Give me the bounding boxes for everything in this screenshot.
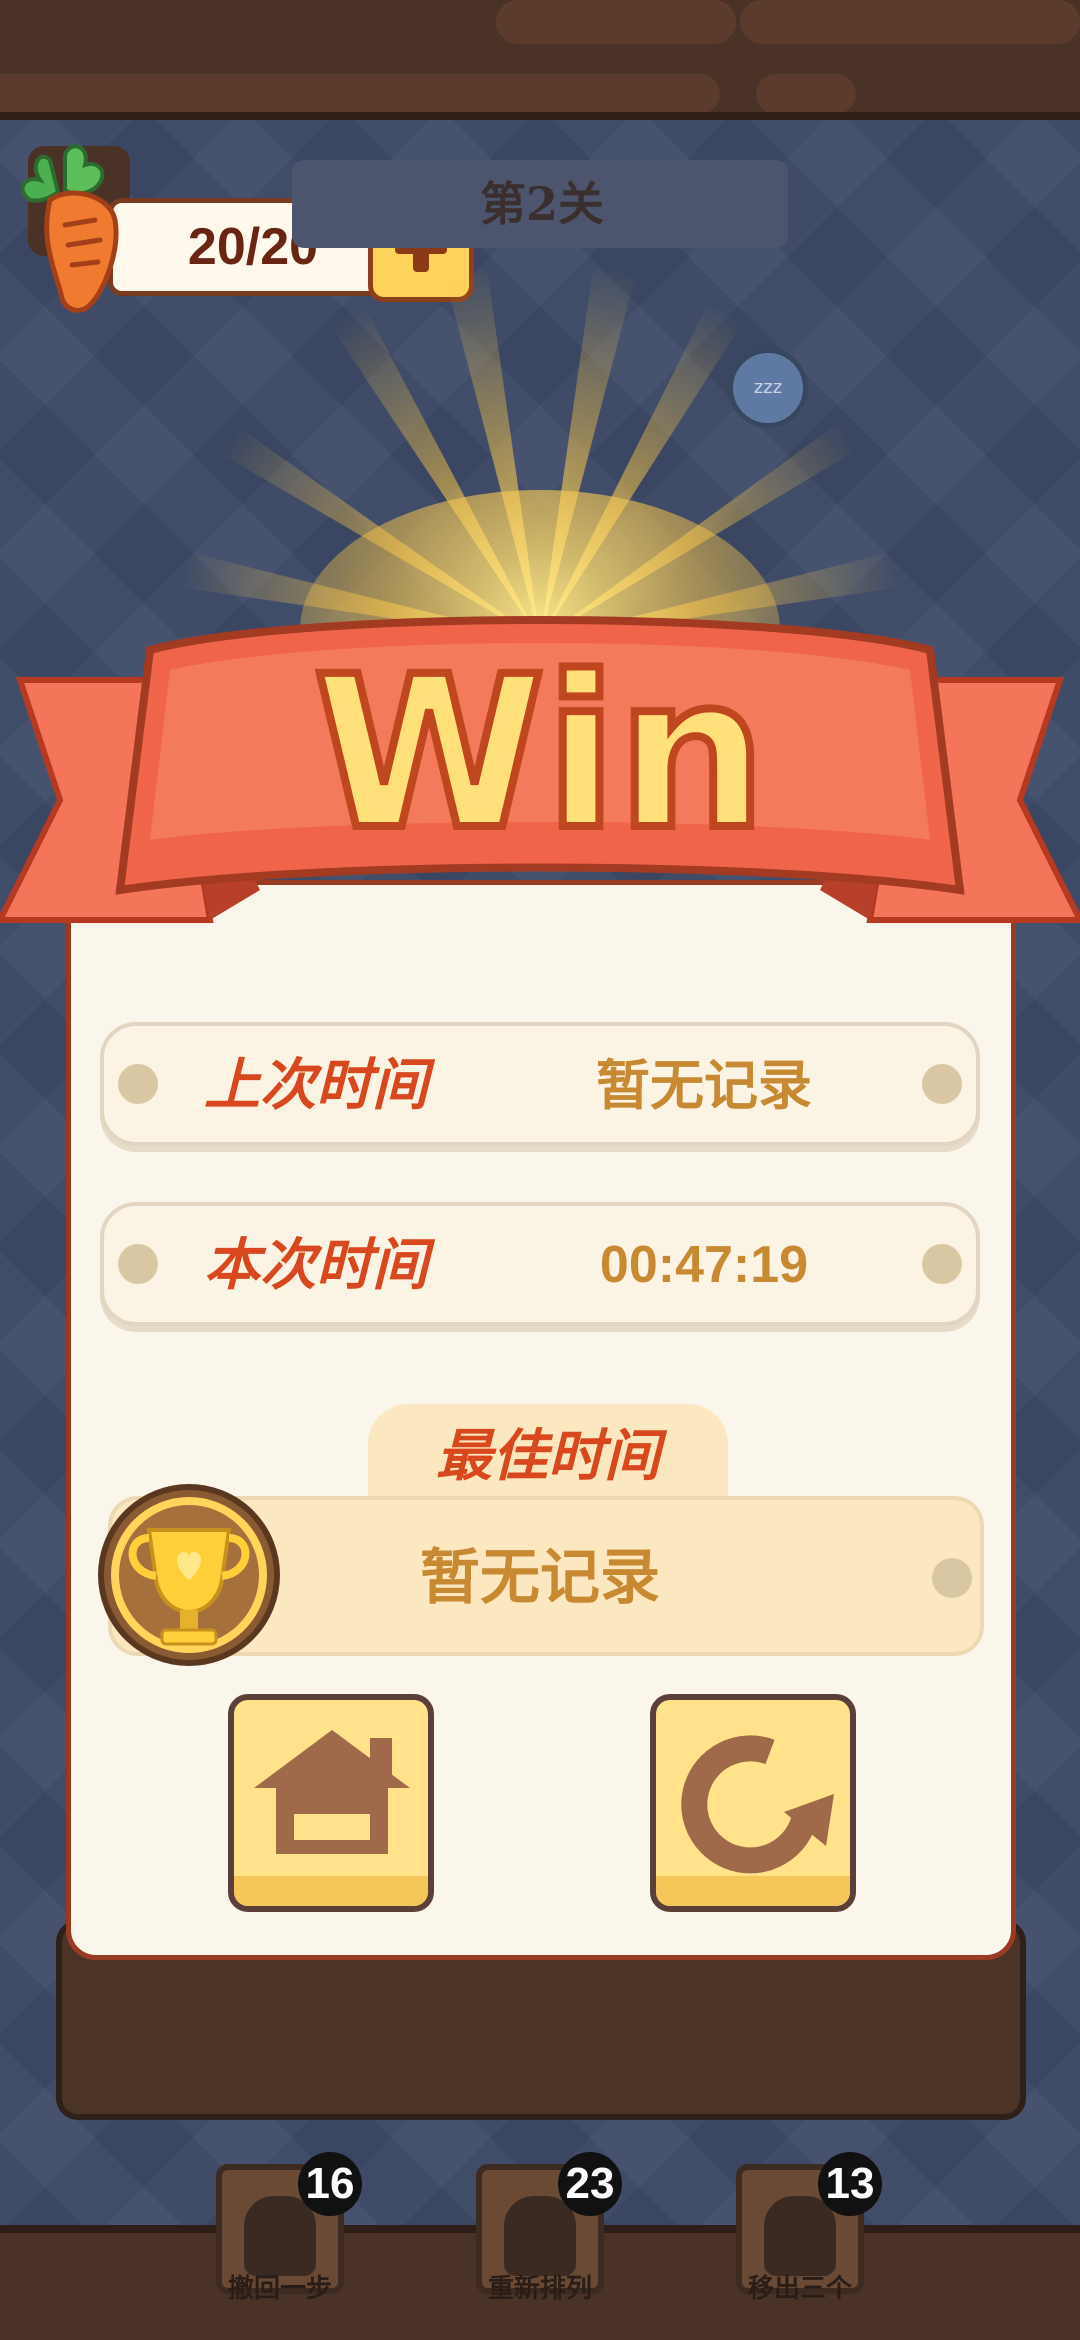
win-text: Win xyxy=(313,631,766,876)
last-time-row: 上次时间 暂无记录 xyxy=(100,1022,980,1146)
this-time-row: 本次时间 00:47:19 xyxy=(100,1202,980,1326)
home-button[interactable] xyxy=(228,1694,434,1912)
best-time-value: 暂无记录 xyxy=(420,1543,660,1613)
best-time-label: 最佳时间 xyxy=(436,1423,660,1489)
this-time-value: 00:47:19 xyxy=(599,1236,809,1294)
last-time-label: 上次时间 xyxy=(204,1052,428,1118)
best-time-dot xyxy=(932,1558,972,1598)
home-icon xyxy=(254,1730,410,1854)
remove-three-count-badge: 13 xyxy=(818,2152,882,2216)
shuffle-count-badge: 23 xyxy=(558,2152,622,2216)
undo-label: 撤回一步 xyxy=(227,2274,332,2304)
remove-three-label: 移出三个 xyxy=(747,2274,852,2304)
replay-button[interactable] xyxy=(650,1694,856,1912)
last-time-value: 暂无记录 xyxy=(596,1053,812,1117)
top-bar xyxy=(0,0,1080,120)
trophy-icon xyxy=(98,1484,280,1666)
this-time-label: 本次时间 xyxy=(204,1232,428,1298)
replay-icon xyxy=(681,1735,834,1874)
win-banner: Win xyxy=(0,616,1080,923)
shuffle-label: 重新排列 xyxy=(487,2274,592,2304)
undo-count-badge: 16 xyxy=(298,2152,362,2216)
